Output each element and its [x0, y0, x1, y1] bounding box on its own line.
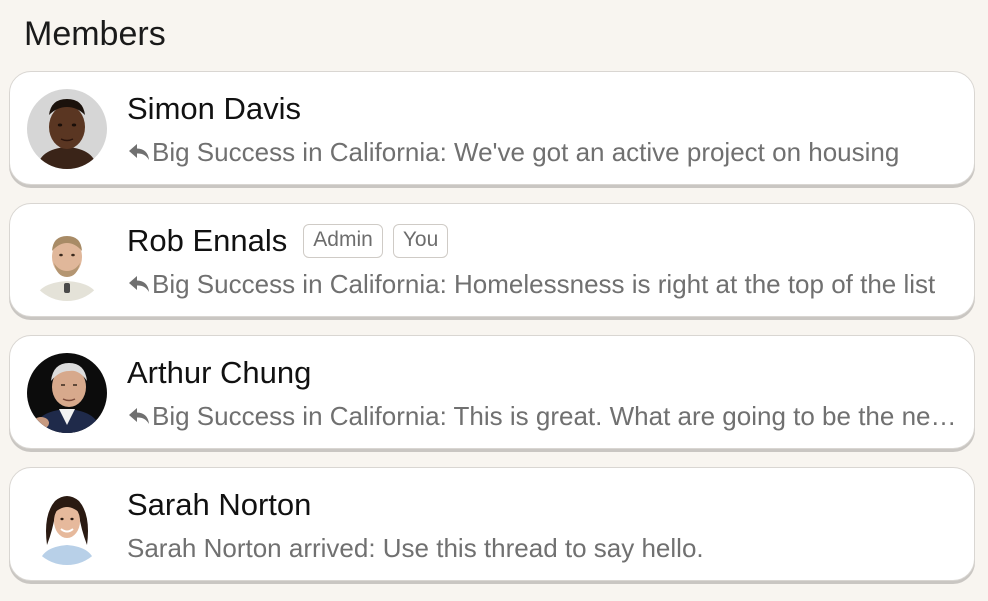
member-list: Simon Davis Big Success in California: W… — [9, 71, 975, 599]
member-name: Rob Ennals — [127, 223, 288, 258]
last-message-text: Big Success in California: This is great… — [152, 400, 957, 431]
avatar — [27, 89, 107, 169]
avatar-photo-arthur-chung — [27, 353, 107, 433]
avatar — [27, 485, 107, 565]
avatar-photo-simon-davis — [27, 89, 107, 169]
last-message-text: Big Success in California: We've got an … — [152, 136, 900, 167]
you-badge: You — [392, 224, 449, 258]
member-name: Arthur Chung — [127, 355, 312, 390]
last-message: Big Success in California: This is great… — [127, 398, 957, 434]
reply-icon — [129, 276, 149, 292]
member-name: Sarah Norton — [127, 487, 312, 522]
last-message: Sarah Norton arrived: Use this thread to… — [127, 530, 957, 566]
last-message: Big Success in California: We've got an … — [127, 134, 957, 170]
avatar — [27, 221, 107, 301]
last-message-text: Big Success in California: Homelessness … — [152, 268, 936, 299]
reply-icon — [129, 408, 149, 424]
member-name: Simon Davis — [127, 91, 301, 126]
avatar-photo-rob-ennals — [27, 221, 107, 301]
admin-badge: Admin — [303, 224, 383, 258]
member-card-rob-ennals[interactable]: Rob Ennals Admin You Big Success in Cali… — [9, 203, 975, 317]
member-card-simon-davis[interactable]: Simon Davis Big Success in California: W… — [9, 71, 975, 185]
avatar-photo-sarah-norton — [27, 485, 107, 565]
member-card-sarah-norton[interactable]: Sarah Norton Sarah Norton arrived: Use t… — [9, 467, 975, 581]
section-title: Members — [24, 15, 166, 53]
member-card-arthur-chung[interactable]: Arthur Chung Big Success in California: … — [9, 335, 975, 449]
reply-icon — [129, 144, 149, 160]
last-message-text: Sarah Norton arrived: Use this thread to… — [127, 532, 704, 563]
avatar — [27, 353, 107, 433]
last-message: Big Success in California: Homelessness … — [127, 266, 957, 302]
